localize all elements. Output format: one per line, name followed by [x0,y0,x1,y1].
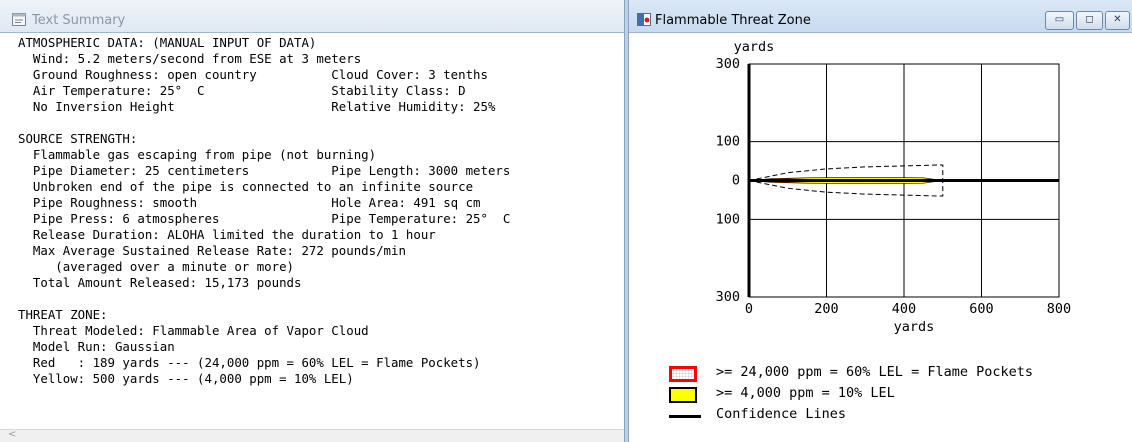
summary-line: Yellow: 500 yards --- (4,000 ppm = 10% L… [18,371,354,386]
legend-label-flame-pockets: >= 24,000 ppm = 60% LEL = Flame Pockets [716,364,1033,380]
summary-line: THREAT ZONE: [18,307,108,322]
summary-line: Wind: 5.2 meters/second from ESE at 3 me… [18,51,362,66]
window-controls: ▭ ◻ ✕ [1045,11,1130,30]
summary-line: No Inversion Height Relative Humidity: 2… [18,99,496,114]
restore-icon: ◻ [1085,14,1094,25]
y-tick-label: 100 [716,134,740,150]
text-summary-title: Text Summary [32,13,126,28]
text-summary-titlebar[interactable]: Text Summary [0,0,624,33]
chart-legend: >= 24,000 ppm = 60% LEL = Flame Pockets … [629,364,1132,436]
y-tick-label: 0 [732,173,740,189]
summary-line: Threat Modeled: Flammable Area of Vapor … [18,323,369,338]
x-tick-label: 200 [814,301,838,317]
document-window-icon [12,13,26,26]
summary-line: Model Run: Gaussian [18,339,175,354]
y-tick-label: 300 [716,289,740,305]
summary-line: Total Amount Released: 15,173 pounds [18,275,302,290]
minimize-icon: ▭ [1054,14,1065,25]
legend-swatch-yellow [669,387,697,403]
y-tick-label: 300 [716,56,740,72]
legend-swatch-red [669,366,697,382]
y-tick-label: 100 [716,211,740,227]
legend-swatch-line [669,415,701,418]
summary-line: Pipe Press: 6 atmospheres Pipe Temperatu… [18,211,511,226]
minimize-button[interactable]: ▭ [1045,11,1074,30]
y-axis-unit-label: yards [734,39,775,55]
threat-zone-titlebar[interactable]: Flammable Threat Zone ▭ ◻ ✕ [629,0,1132,33]
summary-line: Unbroken end of the pipe is connected to… [18,179,474,194]
summary-line: ATMOSPHERIC DATA: (MANUAL INPUT OF DATA) [18,35,317,50]
threat-zone-window[interactable]: Flammable Threat Zone ▭ ◻ ✕ yards 300 100 0… [628,0,1132,442]
threat-zone-title: Flammable Threat Zone [655,13,811,28]
threat-zone-window-icon [637,13,651,26]
text-summary-window[interactable]: Text Summary ATMOSPHERIC DATA: (MANUAL I… [0,0,625,442]
summary-line: Pipe Diameter: 25 centimeters Pipe Lengt… [18,163,511,178]
scroll-left-icon[interactable]: < [8,429,16,440]
summary-line [18,291,624,307]
summary-line: Air Temperature: 25° C Stability Class: … [18,83,466,98]
restore-button[interactable]: ◻ [1076,11,1103,30]
x-tick-label: 0 [745,301,753,317]
text-summary-body: ATMOSPHERIC DATA: (MANUAL INPUT OF DATA)… [0,33,624,430]
legend-label-confidence-lines: Confidence Lines [716,406,847,422]
summary-line: Pipe Roughness: smooth Hole Area: 491 sq… [18,195,481,210]
summary-line: Release Duration: ALOHA limited the dura… [18,227,436,242]
close-button[interactable]: ✕ [1105,11,1130,30]
legend-label-ten-percent-lel: >= 4,000 ppm = 10% LEL [716,385,895,401]
summary-line: Ground Roughness: open country Cloud Cov… [18,67,488,82]
summary-line: (averaged over a minute or more) [18,259,295,274]
summary-line: Red : 189 yards --- (24,000 ppm = 60% LE… [18,355,481,370]
summary-line: SOURCE STRENGTH: [18,131,138,146]
summary-line: Flammable gas escaping from pipe (not bu… [18,147,377,162]
threat-zone-chart: yards30010001003000 200 400 600 800yards [716,39,1072,335]
close-icon: ✕ [1113,14,1122,25]
summary-line [18,115,624,131]
x-tick-label: 800 [1047,301,1071,317]
x-tick-label: 400 [892,301,916,317]
x-tick-label: 600 [969,301,993,317]
x-axis-unit-label: yards [894,319,935,335]
summary-line: Max Average Sustained Release Rate: 272 … [18,243,406,258]
horizontal-scrollbar[interactable]: < [0,429,624,442]
